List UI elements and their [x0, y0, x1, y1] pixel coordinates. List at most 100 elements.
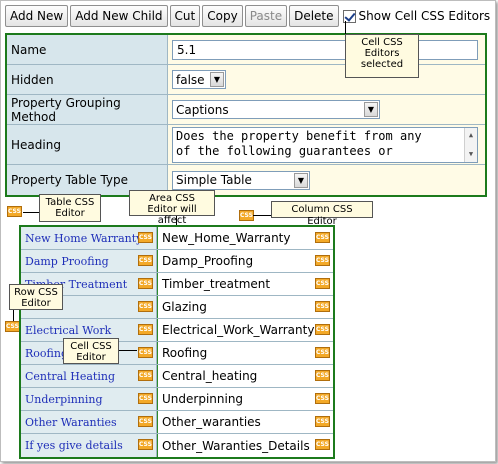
row-label-css-icon[interactable]: CSS	[138, 301, 153, 312]
grouping-select[interactable]: Captions ▼	[172, 100, 380, 119]
table-row: Central Heating CSS Central_heating CSS	[21, 365, 333, 388]
row-value-css-icon[interactable]: CSS	[315, 324, 330, 335]
row-css-editor-icon[interactable]: CSS	[5, 321, 20, 332]
row-value[interactable]: New_Home_Warranty CSS	[157, 227, 333, 249]
hidden-select[interactable]: false ▼	[172, 70, 226, 89]
callout-leader	[345, 21, 346, 35]
row-value-text: Timber_treatment	[162, 277, 271, 291]
row-value[interactable]: Underpinning CSS	[157, 388, 333, 410]
row-value-text: New_Home_Warranty	[162, 231, 291, 245]
row-value-css-icon[interactable]: CSS	[315, 255, 330, 266]
row-label[interactable]: Damp Proofing CSS	[21, 250, 157, 272]
row-value-css-icon[interactable]: CSS	[315, 393, 330, 404]
row-label-css-icon[interactable]: CSS	[138, 255, 153, 266]
row-label-css-icon[interactable]: CSS	[138, 232, 153, 243]
property-label: Hidden	[7, 65, 168, 94]
show-css-editors-toggle[interactable]: Show Cell CSS Editors	[342, 5, 491, 27]
row-label-css-icon[interactable]: CSS	[138, 324, 153, 335]
paste-button[interactable]: Paste	[244, 5, 288, 27]
callout-cell-css: Cell CSS Editor	[63, 338, 119, 364]
name-input[interactable]: 5.1	[172, 39, 478, 60]
row-value-css-icon[interactable]: CSS	[315, 301, 330, 312]
row-value[interactable]: Roofing CSS	[157, 342, 333, 364]
chevron-down-icon[interactable]: ▼	[364, 102, 378, 117]
row-value-text: Glazing	[162, 300, 207, 314]
table-row: New Home Warranty CSS New_Home_Warranty CS…	[21, 227, 333, 250]
row-label-css-icon[interactable]: CSS	[138, 416, 153, 427]
table-type-select-value: Simple Table	[176, 173, 252, 187]
grouping-select-value: Captions	[176, 102, 229, 117]
heading-textarea[interactable]: Does the property benefit from any of the…	[172, 126, 478, 163]
show-css-label: Show Cell CSS Editors	[358, 9, 491, 23]
row-value-css-icon[interactable]: CSS	[315, 416, 330, 427]
toolbar: Add New Add New Child Cut Copy Paste Del…	[5, 5, 490, 27]
table-row: If yes give details CSS Other_Waranties_D…	[21, 434, 333, 457]
row-value-css-icon[interactable]: CSS	[315, 347, 330, 358]
row-value-css-icon[interactable]: CSS	[315, 232, 330, 243]
row-label[interactable]: Underpinning CSS	[21, 388, 157, 410]
table-row: CSS Glazing CSS	[21, 296, 333, 319]
table-row: Underpinning CSS Underpinning CSS	[21, 388, 333, 411]
table-type-select[interactable]: Simple Table ▼	[172, 170, 310, 190]
row-value[interactable]: Other_Waranties_Details CSS	[157, 434, 333, 457]
callout-leader	[253, 215, 271, 216]
callout-row-css: Row CSS Editor	[9, 284, 63, 310]
row-label-css-icon[interactable]: CSS	[138, 278, 153, 289]
row-label-text[interactable]: Central Heating	[25, 370, 115, 383]
delete-button[interactable]: Delete	[289, 5, 339, 27]
row-label-text[interactable]: If yes give details	[25, 439, 123, 452]
property-row-grouping: Property Grouping Method Captions ▼	[7, 95, 485, 125]
row-label-text[interactable]: New Home Warranty	[25, 232, 142, 245]
row-label-css-icon[interactable]: CSS	[138, 347, 153, 358]
row-value[interactable]: Other_waranties CSS	[157, 411, 333, 433]
callout-leader	[23, 212, 39, 213]
row-value-css-icon[interactable]: CSS	[315, 278, 330, 289]
cut-button[interactable]: Cut	[169, 5, 201, 27]
property-label: Property Grouping Method	[7, 95, 168, 124]
row-value-text: Underpinning	[162, 392, 244, 406]
property-row-heading: Heading Does the property benefit from a…	[7, 125, 485, 165]
add-new-button[interactable]: Add New	[5, 5, 69, 27]
row-label[interactable]: New Home Warranty CSS	[21, 227, 157, 249]
row-value[interactable]: Central_heating CSS	[157, 365, 333, 387]
row-label-text[interactable]: Electrical Work	[25, 324, 111, 337]
row-label-css-icon[interactable]: CSS	[138, 370, 153, 381]
row-label[interactable]: If yes give details CSS	[21, 434, 157, 457]
add-new-child-button[interactable]: Add New Child	[70, 5, 168, 27]
column-css-editor-icon[interactable]: CSS	[239, 210, 254, 221]
table-css-editor-icon[interactable]: CSS	[7, 206, 22, 217]
heading-line-2: of the following guarantees or	[176, 143, 393, 158]
row-value-text: Central_heating	[162, 369, 258, 383]
row-value[interactable]: Electrical_Work_Warranty CSS	[157, 319, 333, 341]
row-label-text[interactable]: Other Waranties	[25, 416, 117, 429]
callout-leader	[119, 350, 137, 351]
row-label[interactable]: Central Heating CSS	[21, 365, 157, 387]
row-label-text[interactable]: Underpinning	[25, 393, 103, 406]
row-label-css-icon[interactable]: CSS	[138, 393, 153, 404]
row-label-css-icon[interactable]: CSS	[138, 439, 153, 450]
row-value-text: Damp_Proofing	[162, 254, 254, 268]
copy-button[interactable]: Copy	[202, 5, 243, 27]
scroll-down-icon[interactable]: ▼	[469, 147, 473, 162]
row-value[interactable]: Timber_treatment CSS	[157, 273, 333, 295]
property-label: Heading	[7, 125, 168, 164]
row-value-text: Other_Waranties_Details	[162, 438, 310, 453]
row-label-text[interactable]: Damp Proofing	[25, 255, 109, 268]
row-label[interactable]: Other Waranties CSS	[21, 411, 157, 433]
callout-area-css: Area CSS Editor will affect	[129, 190, 215, 226]
row-label-text[interactable]: Roofing	[25, 347, 68, 360]
heading-line-1: Does the property benefit from any	[176, 128, 422, 143]
callout-cell-css-selected: Cell CSS Editors selected	[345, 34, 419, 78]
row-value[interactable]: Glazing CSS	[157, 296, 333, 318]
editor-window: Add New Add New Child Cut Copy Paste Del…	[0, 0, 496, 462]
chevron-down-icon[interactable]: ▼	[210, 72, 224, 87]
hidden-select-value: false	[176, 72, 205, 87]
row-value-css-icon[interactable]: CSS	[315, 370, 330, 381]
property-label: Name	[7, 35, 168, 64]
chevron-down-icon[interactable]: ▼	[294, 172, 308, 188]
table-row: Other Waranties CSS Other_waranties CSS	[21, 411, 333, 434]
row-value-css-icon[interactable]: CSS	[315, 439, 330, 450]
row-value[interactable]: Damp_Proofing CSS	[157, 250, 333, 272]
textarea-scrollbar[interactable]: ▲ ▼	[464, 127, 477, 162]
scroll-up-icon[interactable]: ▲	[469, 128, 473, 143]
